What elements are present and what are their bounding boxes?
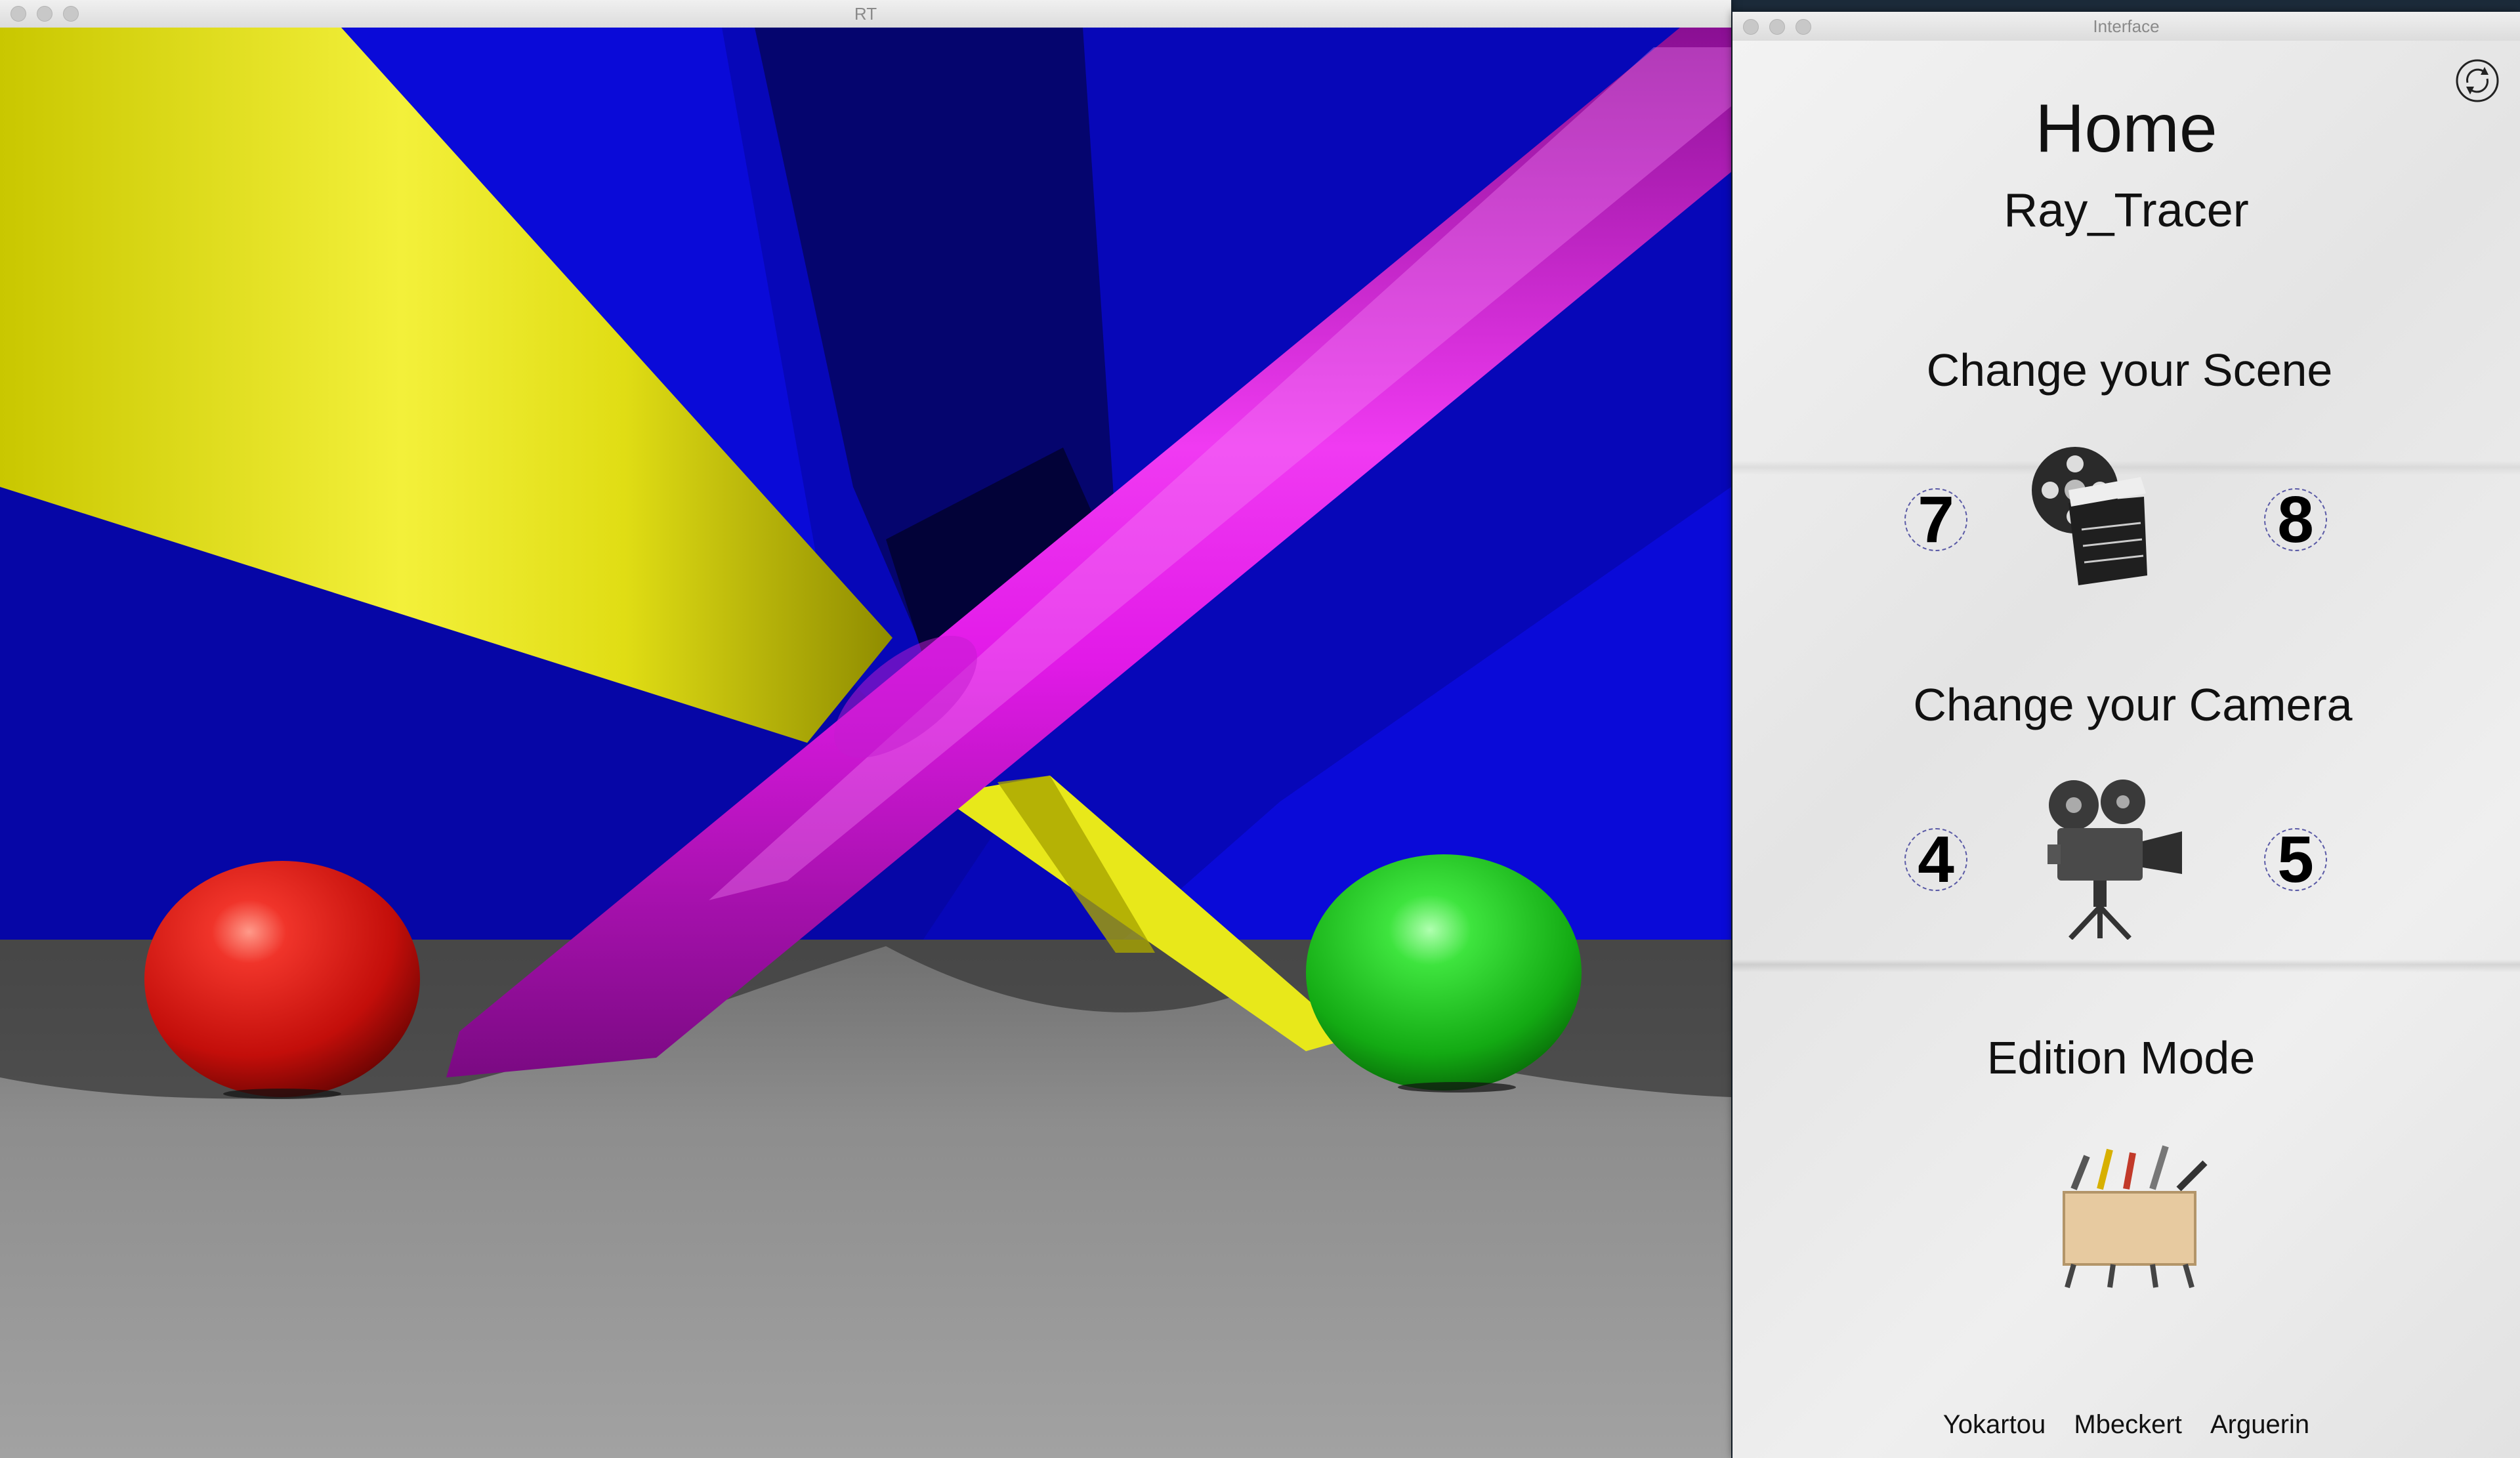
- rt-window-title: RT: [854, 4, 877, 24]
- credits: Yokartou Mbeckert Arguerin: [1732, 1410, 2520, 1440]
- edition-mode-title: Edition Mode: [1986, 1032, 2256, 1083]
- green-sphere: [1306, 854, 1582, 1091]
- home-title: Home: [2035, 91, 2217, 167]
- interface-window-title: Interface: [2093, 16, 2160, 36]
- red-sphere: [144, 861, 420, 1097]
- change-camera-title: Change your Camera: [1913, 679, 2353, 730]
- interface-panel: Home Ray_Tracer Change your Scene 7 8 Ch…: [1732, 41, 2520, 1458]
- camera-next-button[interactable]: 5: [2264, 823, 2327, 896]
- rt-window: RT: [0, 0, 1731, 1458]
- app-name: Ray_Tracer: [2004, 184, 2249, 237]
- credit-yokartou[interactable]: Yokartou: [1943, 1410, 2046, 1439]
- scene-prev-button[interactable]: 7: [1904, 483, 1967, 556]
- credit-mbeckert[interactable]: Mbeckert: [2074, 1410, 2182, 1439]
- ray-traced-render: [0, 28, 1731, 1458]
- interface-titlebar[interactable]: Interface: [1732, 12, 2520, 41]
- scene-next-button[interactable]: 8: [2264, 483, 2327, 556]
- camera-prev-button[interactable]: 4: [1904, 823, 1967, 896]
- change-scene-title: Change your Scene: [1926, 344, 2333, 396]
- toolbox-icon[interactable]: [2048, 1143, 2218, 1294]
- credit-arguerin[interactable]: Arguerin: [2210, 1410, 2309, 1439]
- film-clapper-icon[interactable]: [2029, 438, 2160, 589]
- interface-window: Interface Home Ray_Tracer Change your Sc…: [1732, 12, 2520, 1458]
- movie-camera-icon[interactable]: [2034, 776, 2198, 940]
- rt-titlebar[interactable]: RT: [0, 0, 1731, 28]
